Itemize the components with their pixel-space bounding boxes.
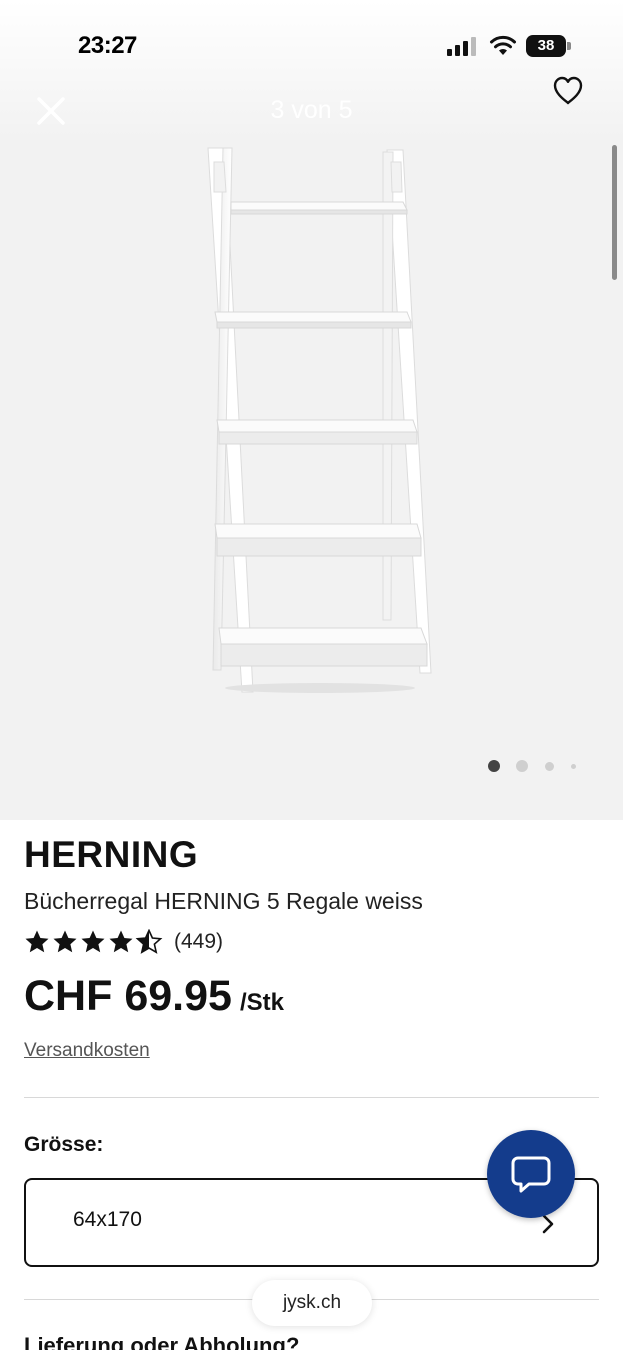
gallery-scrollbar[interactable]	[612, 145, 617, 280]
gallery-counter: 3 von 5	[270, 96, 353, 124]
chat-button[interactable]	[487, 1130, 575, 1218]
cellular-signal-icon	[447, 36, 479, 56]
delivery-section-title: Lieferung oder Abholung?	[24, 1333, 300, 1350]
product-gallery[interactable]: 23:27 38 3 von 5	[0, 0, 623, 820]
shipping-cost-link[interactable]: Versandkosten	[24, 1040, 150, 1062]
gallery-dot[interactable]	[516, 760, 528, 772]
status-time: 23:27	[78, 32, 137, 59]
product-brand: HERNING	[24, 834, 199, 875]
heart-icon[interactable]	[548, 70, 588, 110]
divider	[24, 1097, 599, 1098]
price-value: CHF 69.95	[24, 972, 232, 1020]
product-subtitle: Bücherregal HERNING 5 Regale weiss	[24, 888, 423, 914]
review-count[interactable]: (449)	[174, 930, 223, 954]
size-label: Grösse:	[24, 1133, 104, 1156]
wifi-icon	[490, 35, 516, 55]
size-selected-value: 64x170	[73, 1208, 142, 1231]
gallery-pagination[interactable]	[486, 760, 586, 774]
product-price: CHF 69.95/Stk	[24, 972, 284, 1021]
chat-bubble-icon	[511, 1156, 551, 1193]
rating-stars-icon	[25, 929, 162, 954]
gallery-dot[interactable]	[545, 762, 554, 771]
battery-level: 38	[526, 35, 566, 57]
product-image	[207, 147, 432, 693]
gallery-dot[interactable]	[488, 760, 500, 772]
status-bar: 23:27 38	[0, 0, 623, 90]
browser-url-bar[interactable]: jysk.ch	[252, 1280, 372, 1326]
gallery-dot[interactable]	[571, 764, 576, 769]
price-unit: /Stk	[239, 989, 284, 1016]
battery-icon: 38	[526, 35, 572, 57]
product-rating[interactable]: (449)	[24, 928, 223, 956]
